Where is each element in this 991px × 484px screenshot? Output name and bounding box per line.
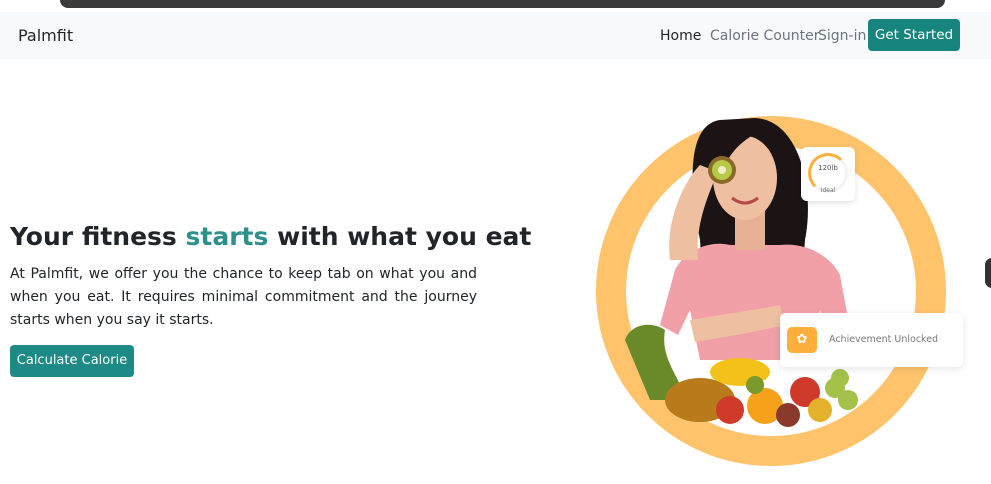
nav-home[interactable]: Home (660, 28, 701, 44)
browser-top-strip (0, 0, 991, 12)
medal-icon: ✿ (787, 327, 817, 353)
navbar: Palmfit Home Calorie Counter Sign-in Get… (0, 12, 991, 59)
browser-bar (60, 0, 945, 8)
scroll-handle[interactable] (985, 258, 991, 288)
achievement-card: ✿ Achievement Unlocked (780, 313, 963, 367)
achievement-text: Achievement Unlocked (829, 334, 939, 345)
hero-illustration (590, 110, 970, 484)
weight-card: 120lb Ideal (801, 147, 855, 201)
weight-label: Ideal (820, 187, 836, 194)
hero-title-start: Your fitness (10, 222, 186, 251)
woman-with-fruits-image (625, 118, 858, 427)
get-started-button[interactable]: Get Started (868, 19, 960, 51)
weight-value: 120lb (818, 164, 838, 172)
nav-calorie-counter[interactable]: Calorie Counter (710, 28, 819, 44)
calculate-calorie-button[interactable]: Calculate Calorie (10, 345, 134, 377)
hero-description: At Palmfit, we offer you the chance to k… (10, 266, 477, 328)
brand-logo[interactable]: Palmfit (18, 26, 73, 45)
nav-sign-in[interactable]: Sign-in (818, 28, 866, 44)
hero-title: Your fitness starts with what you eat (10, 222, 531, 251)
hero-title-accent: starts (185, 222, 269, 251)
hero-title-end: with what you eat (268, 222, 532, 251)
